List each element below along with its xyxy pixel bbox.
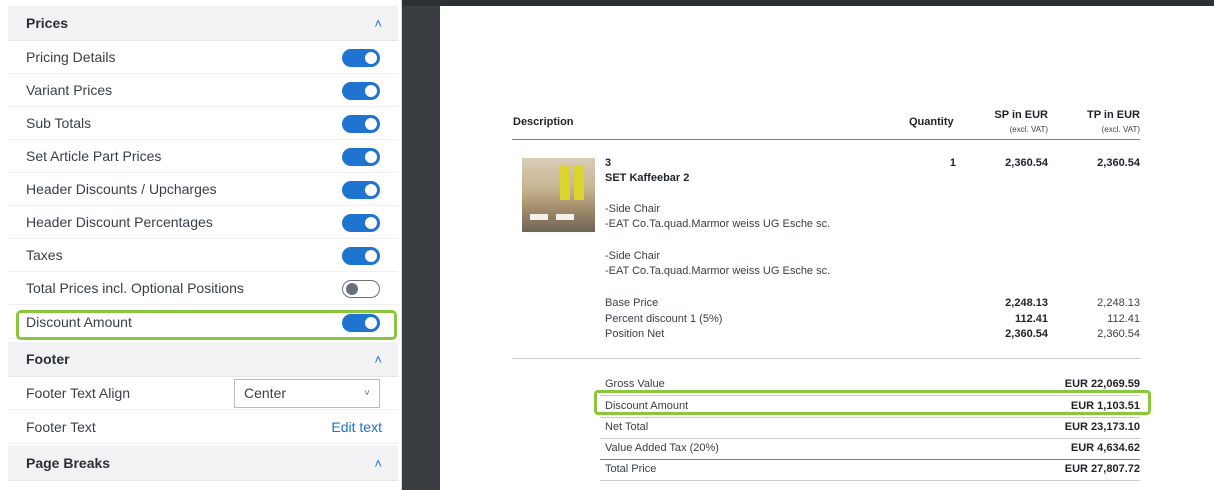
total-value: EUR 4,634.62: [1070, 442, 1140, 454]
discount-amount-highlight: [16, 310, 397, 340]
set-article-part-prices-toggle[interactable]: [342, 148, 380, 166]
part-line: -Side Chair: [605, 203, 661, 215]
part-line: -Side Chair: [605, 250, 661, 262]
toggle-knob: [365, 52, 377, 64]
price-line-sp: 2,248.13: [1005, 297, 1048, 309]
header-tp: TP in EUR: [1087, 109, 1140, 121]
toggle-label: Header Discount Percentages: [26, 214, 213, 230]
total-value: EUR 22,069.59: [1064, 378, 1140, 390]
footer-text-align-select[interactable]: Center ˅: [234, 379, 380, 408]
header-quantity: Quantity: [909, 116, 954, 128]
total-label: Value Added Tax (20%): [605, 442, 719, 454]
image-detail: [530, 214, 548, 220]
position-name: SET Kaffeebar 2: [605, 172, 690, 184]
price-line-tp: 112.41: [1107, 313, 1140, 325]
header-tp-sub: (excl. VAT): [1101, 125, 1140, 134]
toggle-label: Pricing Details: [26, 49, 116, 65]
price-line-sp: 112.41: [1014, 313, 1048, 325]
price-line-label: Position Net: [605, 328, 665, 340]
pricing-details-toggle[interactable]: [342, 49, 380, 67]
price-line-label: Percent discount 1 (5%): [605, 313, 723, 325]
totals-divider: [600, 480, 1140, 481]
discount-amount-doc-highlight: [594, 390, 1151, 415]
position-divider: [512, 358, 1140, 359]
total-label: Net Total: [605, 421, 649, 433]
chevron-up-icon[interactable]: ˄: [374, 342, 382, 377]
settings-panel: Prices ˄ Pricing Details Variant Prices …: [0, 0, 402, 490]
part-line: -EAT Co.Ta.quad.Marmor weiss UG Esche sc…: [605, 218, 831, 230]
header-discounts-toggle[interactable]: [342, 181, 380, 199]
prices-section-header[interactable]: Prices ˄: [8, 6, 398, 41]
taxes-toggle[interactable]: [342, 247, 380, 265]
toggle-row-variant-prices: Variant Prices: [8, 74, 398, 107]
footer-text-align-value: Center: [244, 385, 287, 401]
chevron-down-icon: ˅: [364, 388, 370, 399]
total-value: EUR 23,173.10: [1064, 421, 1140, 433]
header-description: Description: [513, 116, 574, 128]
toggle-row-taxes: Taxes: [8, 239, 398, 272]
price-line-sp: 2,360.54: [1005, 328, 1048, 340]
image-detail: [556, 214, 574, 220]
totals-divider: [600, 417, 1140, 418]
price-line-tp: 2,248.13: [1097, 297, 1140, 309]
toggle-knob: [365, 151, 377, 163]
page-breaks-section-header[interactable]: Page Breaks ˄: [8, 446, 398, 481]
position-sp: 2,360.54: [1005, 157, 1048, 169]
total-label: Total Price: [605, 463, 657, 475]
position-number: 3: [605, 157, 612, 169]
toggle-label: Set Article Part Prices: [26, 148, 162, 164]
sub-totals-toggle[interactable]: [342, 115, 380, 133]
footer-text-align-row: Footer Text Align Center ˅: [8, 377, 398, 410]
edit-text-link[interactable]: Edit text: [331, 411, 382, 444]
toggle-row-sub-totals: Sub Totals: [8, 107, 398, 140]
toggle-label: Total Prices incl. Optional Positions: [26, 280, 244, 296]
footer-text-align-label: Footer Text Align: [26, 385, 131, 401]
toggle-row-header-discount-percentages: Header Discount Percentages: [8, 206, 398, 239]
prices-section-title: Prices: [26, 15, 69, 31]
toggle-knob: [365, 118, 377, 130]
price-line-tp: 2,360.54: [1097, 328, 1140, 340]
toggle-label: Variant Prices: [26, 82, 113, 98]
toggle-label: Taxes: [26, 247, 63, 263]
page-breaks-section-title: Page Breaks: [26, 455, 111, 471]
toggle-row-total-prices-optional: Total Prices incl. Optional Positions: [8, 272, 398, 305]
toggle-knob: [365, 250, 377, 262]
footer-section-title: Footer: [26, 351, 70, 367]
totals-divider: [600, 459, 1140, 460]
totals-divider: [600, 438, 1140, 439]
total-value: EUR 27,807.72: [1064, 463, 1140, 475]
total-prices-optional-toggle[interactable]: [342, 280, 380, 298]
toggle-row-set-article-part-prices: Set Article Part Prices: [8, 140, 398, 173]
toggle-knob: [346, 283, 358, 295]
header-divider: [512, 139, 1140, 140]
total-label: Gross Value: [605, 378, 665, 390]
toggle-knob: [365, 217, 377, 229]
chevron-up-icon[interactable]: ˄: [374, 446, 382, 481]
footer-text-row: Footer Text Edit text: [8, 411, 398, 444]
position-quantity: 1: [949, 157, 956, 169]
footer-text-label: Footer Text: [26, 419, 96, 435]
part-line: -EAT Co.Ta.quad.Marmor weiss UG Esche sc…: [605, 265, 831, 277]
header-sp: SP in EUR: [994, 109, 1048, 121]
header-discount-percentages-toggle[interactable]: [342, 214, 380, 232]
variant-prices-toggle[interactable]: [342, 82, 380, 100]
footer-section-header[interactable]: Footer ˄: [8, 342, 398, 377]
chevron-up-icon[interactable]: ˄: [374, 6, 382, 41]
document-preview: Description Quantity SP in EUR (excl. VA…: [440, 6, 1214, 490]
toggle-row-pricing-details: Pricing Details: [8, 41, 398, 74]
product-image: [522, 158, 595, 232]
toggle-knob: [365, 85, 377, 97]
image-detail: [560, 166, 570, 200]
toggle-knob: [365, 184, 377, 196]
toggle-row-header-discounts: Header Discounts / Upcharges: [8, 173, 398, 206]
toggle-label: Sub Totals: [26, 115, 92, 131]
header-sp-sub: (excl. VAT): [1009, 125, 1048, 134]
image-detail: [574, 166, 584, 200]
toggle-label: Header Discounts / Upcharges: [26, 181, 217, 197]
position-tp: 2,360.54: [1097, 157, 1140, 169]
price-line-label: Base Price: [605, 297, 659, 309]
